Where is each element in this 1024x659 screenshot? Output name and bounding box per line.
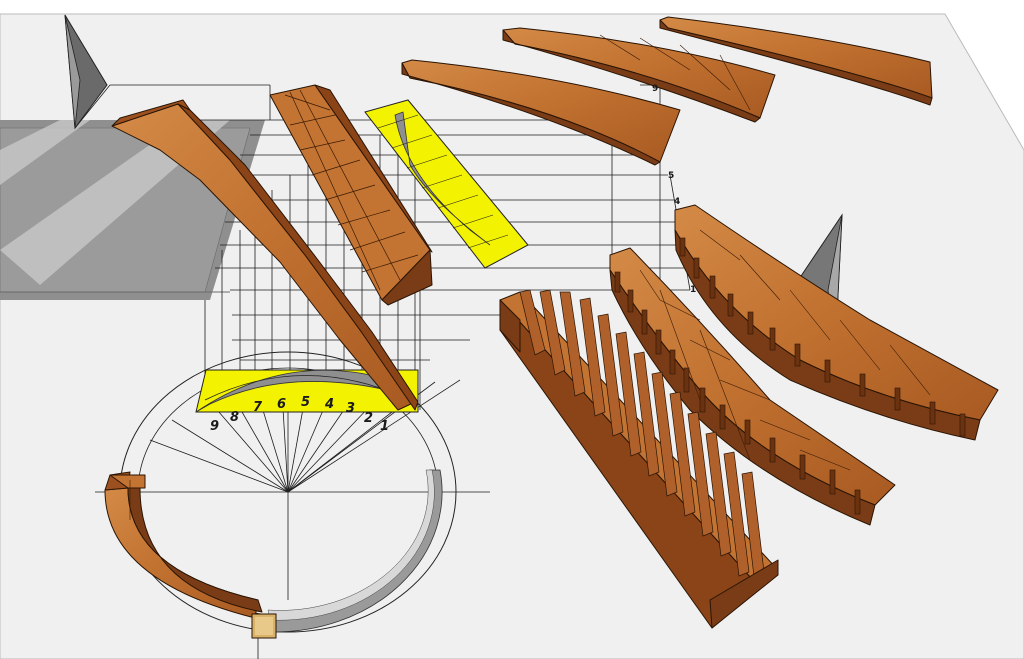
division-label: 5 [301,395,310,410]
division-label: 4 [324,397,334,412]
end-block [251,613,277,639]
division-label: 2 [364,411,373,426]
division-label: 1 [380,419,389,434]
division-label: 9 [210,419,219,434]
rise-mark: 9 [652,84,658,94]
division-label: 8 [230,410,239,425]
division-label: 6 [277,397,286,412]
rise-mark: 4 [674,197,680,207]
division-label: 3 [346,401,355,416]
drawing-svg: 9 8 7 6 5 4 3 2 1 9 5 4 1 [0,13,1024,659]
division-label: 7 [253,400,263,415]
stair-rail-geometry-drawing: 9 8 7 6 5 4 3 2 1 9 5 4 1 [0,0,1024,659]
rise-mark: 5 [668,171,674,181]
